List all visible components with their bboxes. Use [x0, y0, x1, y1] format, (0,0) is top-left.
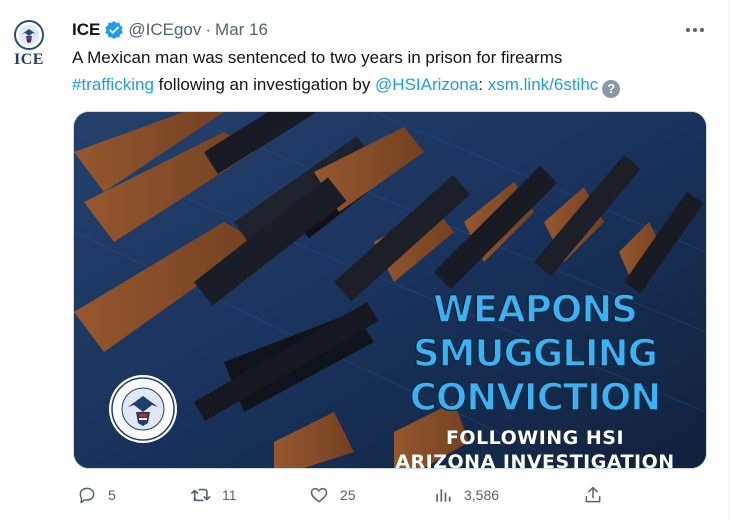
url-link[interactable]: xsm.link/6stihc	[488, 75, 599, 94]
subline-1: FOLLOWING HSI	[445, 427, 625, 449]
separator-dot: ·	[205, 20, 212, 39]
verified-badge-icon	[104, 20, 124, 40]
reply-icon	[76, 484, 98, 506]
author-handle[interactable]: @ICEgov	[128, 20, 201, 40]
action-bar: 5 11 25 3,586	[72, 484, 712, 506]
avatar-label: ICE	[14, 51, 44, 68]
tweet-text-2: following an investigation by	[153, 75, 376, 94]
tweet-date[interactable]: Mar 16	[215, 20, 268, 40]
media-headline: WEAPONS SMUGGLING CONVICTION FOLLOWING H…	[374, 287, 696, 469]
tweet-media[interactable]: WEAPONS SMUGGLING CONVICTION FOLLOWING H…	[73, 111, 707, 469]
reply-button[interactable]: 5	[76, 484, 116, 506]
headline-line-3: CONVICTION	[409, 375, 662, 420]
like-button[interactable]: 25	[308, 484, 356, 506]
help-icon[interactable]: ?	[602, 79, 621, 98]
mention-link[interactable]: @HSIArizona	[375, 75, 478, 94]
views-icon	[432, 484, 454, 506]
avatar[interactable]: ICE	[12, 20, 46, 72]
like-icon	[308, 484, 330, 506]
headline-line-2: SMUGGLING	[412, 331, 658, 376]
tweet-text: A Mexican man was sentenced to two years…	[72, 44, 712, 98]
dhs-seal-icon	[14, 20, 44, 50]
repost-icon	[190, 484, 212, 506]
tweet-text-1: A Mexican man was sentenced to two years…	[72, 48, 563, 67]
subline-2: ARIZONA INVESTIGATION	[395, 451, 675, 469]
column-border	[728, 0, 729, 520]
like-count: 25	[340, 487, 356, 503]
views-count: 3,586	[464, 487, 500, 503]
share-button[interactable]	[582, 484, 604, 506]
share-icon	[582, 484, 604, 506]
tweet-text-3: :	[478, 75, 488, 94]
tweet-header: ICE @ICEgov · Mar 16	[72, 18, 268, 42]
dhs-seal-logo	[108, 374, 178, 444]
more-icon[interactable]	[684, 22, 706, 38]
reply-count: 5	[108, 487, 116, 503]
author-name[interactable]: ICE	[72, 20, 100, 40]
repost-button[interactable]: 11	[190, 484, 237, 506]
repost-count: 11	[222, 487, 237, 503]
hashtag-link[interactable]: #trafficking	[72, 75, 154, 94]
headline-line-1: WEAPONS	[432, 287, 638, 332]
views-button[interactable]: 3,586	[432, 484, 499, 506]
